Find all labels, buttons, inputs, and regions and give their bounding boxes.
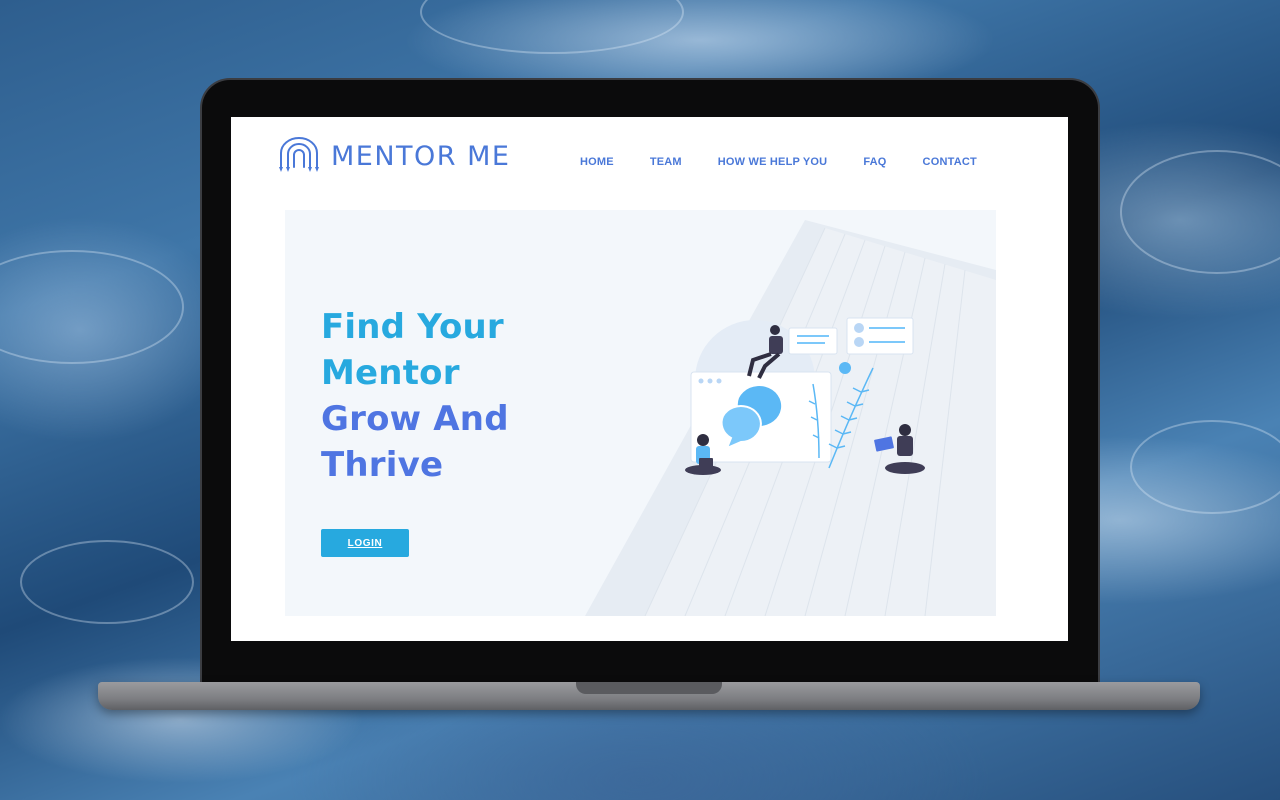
- hero-title-line: Grow And: [321, 399, 509, 439]
- laptop-screen: MENTOR ME HOME TEAM HOW WE HELP YOU FAQ …: [231, 117, 1068, 641]
- water-swirl: [1120, 150, 1280, 274]
- laptop-base: [98, 682, 1200, 710]
- hero-title-line: Find Your: [321, 307, 504, 347]
- nav-item-contact[interactable]: CONTACT: [923, 156, 977, 168]
- water-swirl: [1130, 420, 1280, 514]
- water-swirl: [0, 250, 184, 364]
- water-swirl: [20, 540, 194, 624]
- water-swirl: [420, 0, 684, 54]
- site-logo[interactable]: MENTOR ME: [275, 137, 511, 175]
- nav-item-how-we-help-you[interactable]: HOW WE HELP YOU: [718, 156, 828, 168]
- hero-title-line: Thrive: [321, 445, 444, 485]
- login-button[interactable]: LOGIN: [321, 529, 409, 557]
- laptop-notch: [576, 682, 722, 694]
- arch-pencils-icon: [279, 137, 319, 172]
- hero-title-line: Mentor: [321, 353, 460, 393]
- nav-item-team[interactable]: TEAM: [650, 156, 682, 168]
- hero-section: Find Your Mentor Grow And Thrive LOGIN: [285, 210, 996, 616]
- main-nav: HOME TEAM HOW WE HELP YOU FAQ CONTACT: [580, 156, 977, 168]
- nav-item-home[interactable]: HOME: [580, 156, 614, 168]
- hero-title: Find Your Mentor Grow And Thrive: [321, 304, 509, 488]
- nav-item-faq[interactable]: FAQ: [863, 156, 886, 168]
- logo-text: MENTOR ME: [331, 140, 511, 172]
- mentoring-chat-people-illustration: [685, 317, 925, 475]
